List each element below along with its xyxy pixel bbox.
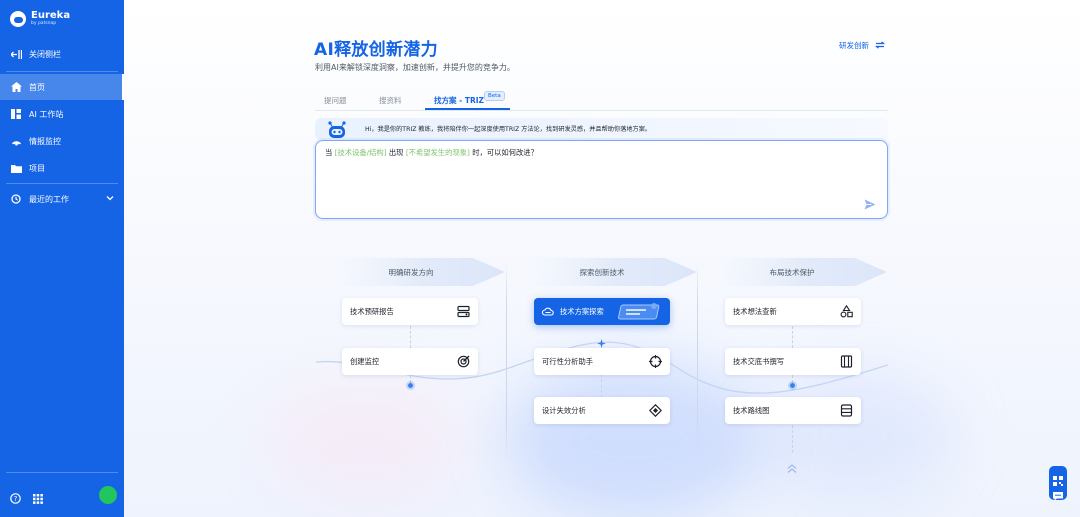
card-label: 创建监控 — [350, 356, 380, 366]
collapse-sidebar-button[interactable]: 关闭侧栏 — [0, 41, 124, 67]
swap-icon — [874, 40, 886, 51]
card-label: 技术交底书撰写 — [733, 356, 785, 366]
connector-line — [792, 326, 793, 348]
chat-icon[interactable] — [1053, 486, 1063, 505]
prompt-slot-device[interactable]: [技术设备/结构] — [335, 148, 387, 157]
sidebar-item-label: 情报监控 — [29, 136, 61, 146]
avatar[interactable] — [99, 486, 117, 504]
solution-explore-icon — [618, 301, 664, 325]
prompt-prefix: 当 — [325, 148, 333, 157]
sidebar-item-label: 最近的工作 — [29, 194, 69, 204]
help-icon[interactable]: ? — [10, 489, 21, 508]
sidebar-item-recent-work[interactable]: 最近的工作 — [0, 186, 124, 212]
column-separator — [506, 262, 507, 462]
apps-grid-icon[interactable] — [33, 489, 43, 508]
connector-line — [601, 374, 602, 398]
beta-badge: Beta — [484, 91, 505, 101]
card-label: 技术路线图 — [733, 405, 770, 415]
brand-sub: by patsnap — [31, 21, 57, 27]
tab-ask[interactable]: 提问题 — [324, 95, 347, 106]
switch-mode-button[interactable]: 研发创新 — [839, 40, 886, 51]
collapse-sidebar-icon — [10, 48, 22, 60]
sidebar-divider — [6, 183, 118, 184]
robot-icon — [326, 120, 348, 140]
brand-name: Eureka — [31, 10, 71, 22]
sidebar-item-monitor[interactable]: 情报监控 — [0, 128, 124, 154]
sidebar-item-label: 项目 — [29, 163, 45, 173]
prompt-suffix: 时，可以如何改进？ — [472, 148, 538, 157]
monitor-icon — [10, 135, 22, 147]
prompt-mid: 出现 — [388, 148, 404, 157]
card-label: 技术想法查新 — [733, 306, 777, 316]
cloud-icon — [542, 307, 554, 316]
card-tech-solution-explore[interactable]: 技术方案探索 — [534, 298, 670, 325]
history-icon — [10, 193, 22, 205]
crosshair-icon — [649, 355, 662, 368]
floating-help-widget[interactable] — [1049, 466, 1067, 501]
prompt-slot-phenomenon[interactable]: [不希望发生的现象] — [406, 148, 470, 157]
card-feasibility-assistant[interactable]: 可行性分析助手 — [534, 348, 670, 375]
flow-node-dot — [788, 381, 797, 390]
shapes-icon — [840, 304, 853, 318]
card-label: 技术方案探索 — [560, 306, 604, 316]
flow-node-dot — [406, 381, 415, 390]
workstation-icon — [10, 108, 22, 120]
sidebar-item-projects[interactable]: 项目 — [0, 155, 124, 181]
prompt-template[interactable]: 当 [技术设备/结构] 出现 [不希望发生的现象] 时，可以如何改进？ — [325, 148, 538, 158]
card-tech-research-report[interactable]: 技术预研报告 — [342, 298, 478, 325]
sidebar-divider — [6, 71, 118, 72]
sidebar-divider — [6, 472, 118, 473]
tab-divider — [315, 110, 888, 111]
sidebar-item-label: AI 工作站 — [29, 109, 64, 119]
chevron-down-icon[interactable] — [106, 194, 114, 203]
assistant-greeting: Hi，我是你的TRIZ 教练，我将陪伴你一起深度使用TRIZ 方法论，找到研发灵… — [365, 126, 652, 133]
tab-triz[interactable]: 找方案 - TRIZ — [434, 95, 484, 106]
svg-text:?: ? — [14, 495, 18, 503]
card-label: 技术预研报告 — [350, 306, 394, 316]
sidebar-item-home[interactable]: 首页 — [0, 74, 124, 100]
sidebar-item-ai-workstation[interactable]: AI 工作站 — [0, 101, 124, 127]
target-icon — [457, 355, 470, 368]
collapse-sidebar-label: 关闭侧栏 — [29, 49, 61, 59]
card-idea-novelty-search[interactable]: 技术想法查新 — [725, 298, 861, 325]
card-tech-roadmap[interactable]: 技术路线图 — [725, 397, 861, 424]
sidebar-footer: ? — [0, 484, 124, 506]
sidebar: Eureka by patsnap 关闭侧栏 首页 AI 工作站 情报监控 项目 — [0, 0, 124, 517]
column-separator — [697, 262, 698, 462]
column-title-direction: 明确研发方向 — [388, 267, 434, 277]
card-create-monitor[interactable]: 创建监控 — [342, 348, 478, 375]
page-subtitle: 利用AI来解锁深度洞察，加速创新，并提升您的竞争力。 — [315, 63, 515, 72]
card-disclosure-writing[interactable]: 技术交底书撰写 — [725, 348, 861, 375]
connector-line — [410, 326, 411, 348]
send-icon[interactable] — [864, 195, 876, 214]
connector-line — [792, 425, 793, 453]
home-icon — [10, 81, 22, 93]
tab-search[interactable]: 搜资料 — [379, 95, 402, 106]
page-title: AI释放创新潜力 — [314, 40, 438, 60]
card-label: 设计失效分析 — [542, 405, 586, 415]
column-title-protect: 布局技术保护 — [769, 267, 815, 277]
stack-icon — [840, 404, 853, 417]
switch-mode-label: 研发创新 — [839, 41, 869, 50]
column-title-explore: 探索创新技术 — [579, 267, 625, 277]
brand-logo[interactable]: Eureka by patsnap — [10, 11, 70, 27]
report-icon — [457, 305, 470, 318]
card-design-failure-analysis[interactable]: 设计失效分析 — [534, 397, 670, 424]
tab-active-indicator — [425, 108, 510, 110]
sidebar-item-label: 首页 — [29, 82, 45, 92]
diamond-icon — [648, 403, 663, 418]
eureka-logo-icon — [10, 11, 26, 27]
folder-icon — [10, 162, 22, 174]
book-icon — [840, 355, 853, 368]
card-label: 可行性分析助手 — [542, 356, 594, 366]
chevron-up-icon[interactable] — [787, 458, 797, 477]
